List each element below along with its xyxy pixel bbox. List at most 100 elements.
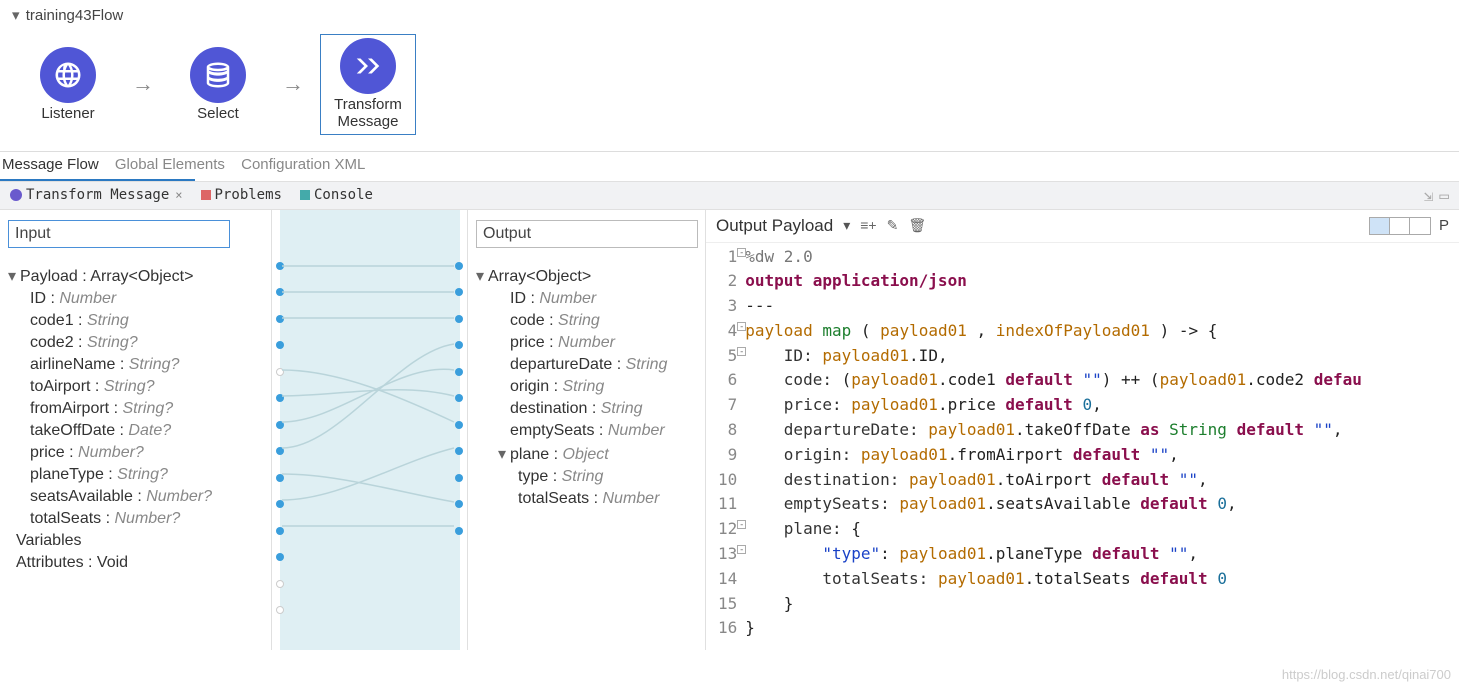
code-line[interactable]: } <box>745 616 1362 641</box>
gutter-line[interactable]: 11 <box>718 492 737 517</box>
code-line[interactable]: emptySeats: payload01.seatsAvailable def… <box>745 492 1362 517</box>
map-dot-right[interactable] <box>455 421 463 429</box>
map-dot-left[interactable] <box>276 394 284 402</box>
map-dot-right[interactable] <box>455 527 463 535</box>
map-dot-right[interactable] <box>455 394 463 402</box>
output-field-code[interactable]: code : String <box>476 310 697 332</box>
code-line[interactable]: destination: payload01.toAirport default… <box>745 468 1362 493</box>
input-variables[interactable]: Variables <box>8 530 263 552</box>
output-target-label[interactable]: Output Payload <box>716 216 833 236</box>
output-field-price[interactable]: price : Number <box>476 332 697 354</box>
input-field-ID[interactable]: ID : Number <box>8 288 263 310</box>
layout-left-icon[interactable] <box>1390 218 1410 234</box>
map-dot-left[interactable] <box>276 341 284 349</box>
gutter-line[interactable]: 3 <box>718 294 737 319</box>
input-field-price[interactable]: price : Number? <box>8 442 263 464</box>
output-root[interactable]: ▾Array<Object> <box>476 264 697 288</box>
output-plane-field-type[interactable]: type : String <box>476 466 697 488</box>
mapping-canvas[interactable] <box>272 210 468 650</box>
close-icon[interactable]: × <box>175 188 182 202</box>
code-line[interactable]: ID: payload01.ID, <box>745 344 1362 369</box>
flow-node-transform-message[interactable]: Transform Message <box>320 34 416 135</box>
input-field-code1[interactable]: code1 : String <box>8 310 263 332</box>
output-plane[interactable]: ▾plane : Object <box>476 442 697 466</box>
output-field-origin[interactable]: origin : String <box>476 376 697 398</box>
output-field-departureDate[interactable]: departureDate : String <box>476 354 697 376</box>
code-line[interactable]: plane: { <box>745 517 1362 542</box>
map-dot-left[interactable] <box>276 474 284 482</box>
fold-icon[interactable]: - <box>737 322 746 331</box>
input-field-code2[interactable]: code2 : String? <box>8 332 263 354</box>
code-line[interactable]: departureDate: payload01.takeOffDate as … <box>745 418 1362 443</box>
layout-split-icon[interactable] <box>1370 218 1390 234</box>
gutter-line[interactable]: 12- <box>718 517 737 542</box>
code-line[interactable]: --- <box>745 294 1362 319</box>
map-dot-left[interactable] <box>276 606 284 614</box>
output-plane-field-totalSeats[interactable]: totalSeats : Number <box>476 488 697 510</box>
input-field-fromAirport[interactable]: fromAirport : String? <box>8 398 263 420</box>
gutter-line[interactable]: 6 <box>718 368 737 393</box>
map-dot-right[interactable] <box>455 262 463 270</box>
input-attributes[interactable]: Attributes : Void <box>8 552 263 574</box>
tab-console[interactable]: Console <box>300 187 373 203</box>
input-field-planeType[interactable]: planeType : String? <box>8 464 263 486</box>
maximize-icon[interactable]: ▭ <box>1439 186 1449 205</box>
flow-node-select[interactable]: Select <box>170 47 266 122</box>
output-field-ID[interactable]: ID : Number <box>476 288 697 310</box>
gutter-line[interactable]: 5- <box>718 344 737 369</box>
map-dot-right[interactable] <box>455 368 463 376</box>
map-dot-right[interactable] <box>455 447 463 455</box>
tab-global-elements[interactable]: Global Elements <box>115 156 225 173</box>
code-line[interactable]: price: payload01.price default 0, <box>745 393 1362 418</box>
input-field-takeOffDate[interactable]: takeOffDate : Date? <box>8 420 263 442</box>
map-dot-left[interactable] <box>276 368 284 376</box>
map-dot-left[interactable] <box>276 580 284 588</box>
delete-icon[interactable]: 🗑 <box>908 217 926 234</box>
dropdown-caret-icon[interactable]: ▾ <box>843 217 850 234</box>
input-field-airlineName[interactable]: airlineName : String? <box>8 354 263 376</box>
gutter-line[interactable]: 7 <box>718 393 737 418</box>
code-line[interactable]: payload map ( payload01 , indexOfPayload… <box>745 319 1362 344</box>
flow-title[interactable]: ▾ training43Flow <box>8 4 1451 26</box>
fold-icon[interactable]: - <box>737 347 746 356</box>
map-dot-left[interactable] <box>276 421 284 429</box>
map-dot-left[interactable] <box>276 447 284 455</box>
map-dot-right[interactable] <box>455 341 463 349</box>
input-label-box[interactable]: Input <box>8 220 230 248</box>
map-dot-right[interactable] <box>455 500 463 508</box>
code-line[interactable]: code: (payload01.code1 default "") ++ (p… <box>745 368 1362 393</box>
map-dot-left[interactable] <box>276 288 284 296</box>
code-line[interactable]: output application/json <box>745 269 1362 294</box>
map-dot-left[interactable] <box>276 500 284 508</box>
gutter-line[interactable]: 2 <box>718 269 737 294</box>
layout-right-icon[interactable] <box>1410 218 1430 234</box>
output-field-destination[interactable]: destination : String <box>476 398 697 420</box>
input-root[interactable]: ▾Payload : Array<Object> <box>8 264 263 288</box>
map-dot-right[interactable] <box>455 288 463 296</box>
code-line[interactable]: origin: payload01.fromAirport default ""… <box>745 443 1362 468</box>
code-line[interactable]: "type": payload01.planeType default "", <box>745 542 1362 567</box>
output-label-box[interactable]: Output <box>476 220 698 248</box>
map-dot-left[interactable] <box>276 315 284 323</box>
map-dot-right[interactable] <box>455 474 463 482</box>
map-dot-left[interactable] <box>276 553 284 561</box>
tab-configuration-xml[interactable]: Configuration XML <box>241 156 365 173</box>
code-line[interactable]: } <box>745 592 1362 617</box>
code-editor[interactable]: 1-234-5-6789101112-13-141516 %dw 2.0outp… <box>706 243 1459 642</box>
tab-message-flow[interactable]: Message Flow <box>2 156 99 173</box>
code-line[interactable]: totalSeats: payload01.totalSeats default… <box>745 567 1362 592</box>
gutter-line[interactable]: 16 <box>718 616 737 641</box>
flow-node-listener[interactable]: Listener <box>20 47 116 122</box>
gutter-line[interactable]: 1- <box>718 245 737 270</box>
gutter-line[interactable]: 4- <box>718 319 737 344</box>
tab-transform-message[interactable]: Transform Message × <box>10 187 183 203</box>
tab-problems[interactable]: Problems <box>201 187 282 203</box>
edit-icon[interactable]: ✎ <box>887 217 899 234</box>
map-dot-left[interactable] <box>276 527 284 535</box>
gutter-line[interactable]: 10 <box>718 468 737 493</box>
add-target-icon[interactable]: ≡+ <box>860 217 876 234</box>
input-field-seatsAvailable[interactable]: seatsAvailable : Number? <box>8 486 263 508</box>
map-dot-right[interactable] <box>455 315 463 323</box>
map-dot-left[interactable] <box>276 262 284 270</box>
fold-icon[interactable]: - <box>737 545 746 554</box>
